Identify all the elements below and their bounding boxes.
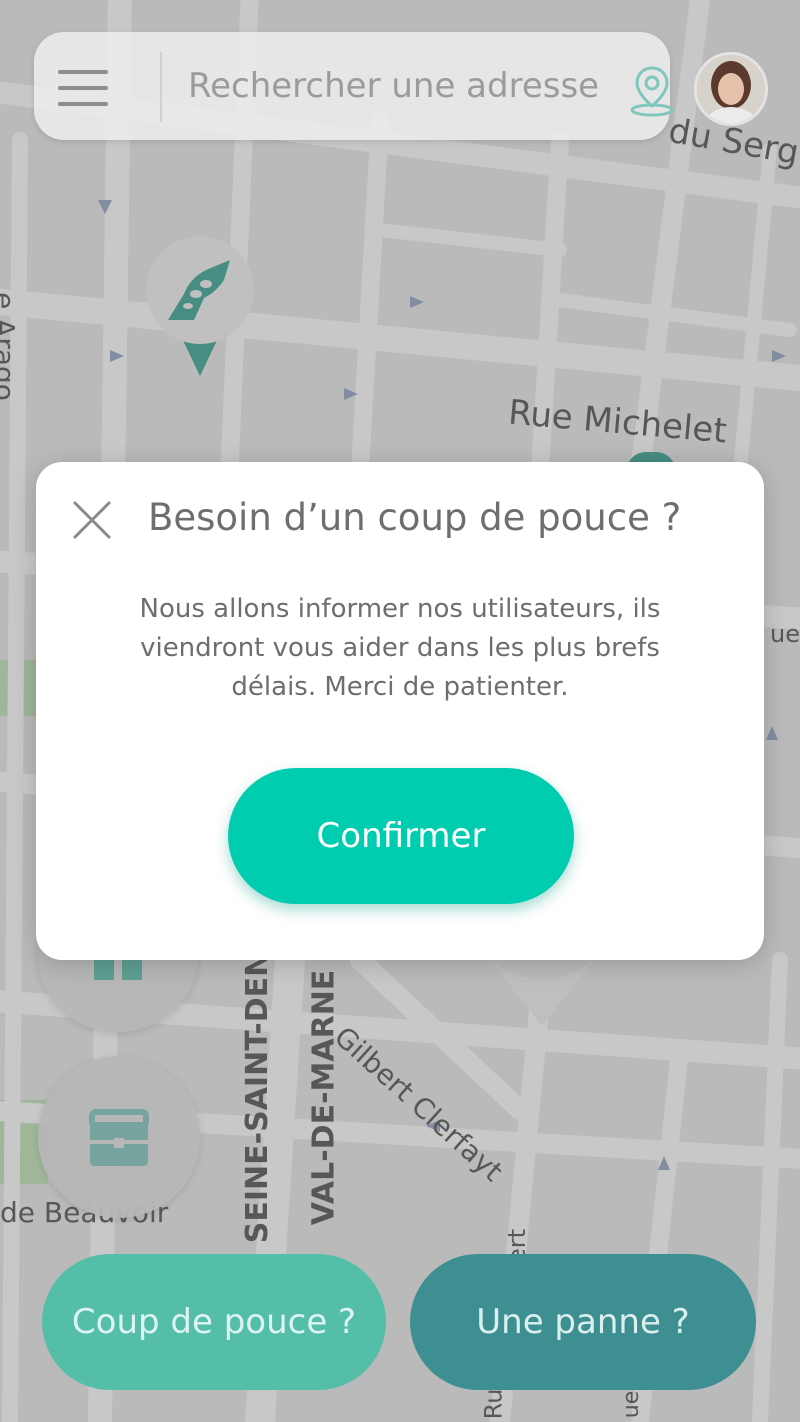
location-pin-icon bbox=[630, 66, 674, 117]
hamburger-menu-icon bbox=[58, 70, 108, 74]
search-divider bbox=[160, 52, 162, 122]
coup-de-pouce-button[interactable]: Coup de pouce ? bbox=[42, 1254, 386, 1390]
help-dialog: Besoin d’un coup de pouce ? Nous allons … bbox=[36, 462, 764, 960]
dialog-message: Nous allons informer nos utilisateurs, i… bbox=[139, 594, 661, 702]
user-avatar-image bbox=[697, 55, 765, 123]
avatar[interactable] bbox=[694, 52, 768, 126]
dialog-title: Besoin d’un coup de pouce ? bbox=[148, 496, 682, 539]
close-icon bbox=[72, 500, 112, 540]
confirm-button[interactable]: Confirmer bbox=[228, 768, 574, 904]
search-input[interactable] bbox=[188, 62, 608, 110]
hamburger-line bbox=[58, 102, 108, 106]
hamburger-line bbox=[58, 86, 108, 90]
menu-button[interactable] bbox=[48, 56, 118, 116]
app-screen: Rue Michelet du Serg e Arago Gilbert Cle… bbox=[0, 0, 800, 1422]
search-bar bbox=[34, 32, 674, 140]
close-button[interactable] bbox=[70, 498, 114, 542]
location-button[interactable] bbox=[624, 62, 680, 118]
une-panne-button[interactable]: Une panne ? bbox=[410, 1254, 756, 1390]
